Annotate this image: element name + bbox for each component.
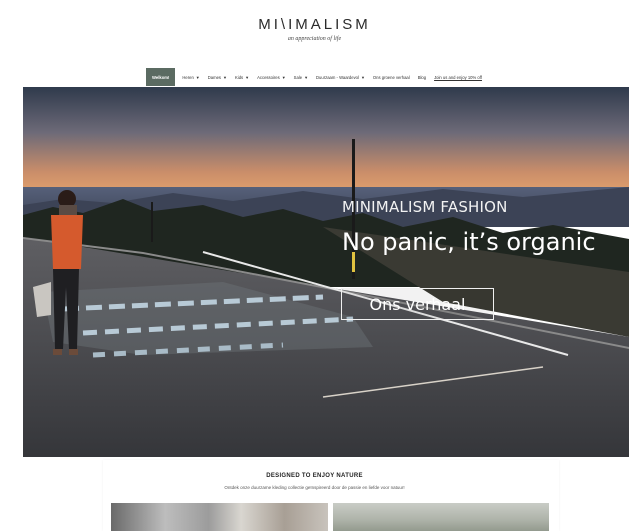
nav-item-ons-groene-verhaal[interactable]: Ons groene verhaal (372, 68, 411, 86)
hero-kicker: MINIMALISM FASHION (342, 198, 508, 216)
nav-item-sale[interactable]: Sale ▼ (293, 68, 309, 86)
nav-item-join-offer[interactable]: Join us and enjoy 10% off (433, 68, 483, 86)
nav-item-label: Accessoires (257, 74, 280, 80)
nav-item-heren[interactable]: Heren ▼ (181, 68, 200, 86)
hero-title: No panic, it’s organic (342, 228, 596, 256)
caret-down-icon: ▼ (304, 74, 309, 80)
ons-verhaal-button[interactable]: Ons verhaal (341, 288, 494, 320)
nav-item-welkom[interactable]: Welkom! (146, 68, 176, 86)
caret-down-icon: ▼ (223, 74, 227, 80)
nav-item-label: Dames (207, 74, 222, 80)
main-nav: Welkom! Heren ▼ Dames ▼ Kids ▼ Accessoires ▼… (0, 68, 629, 86)
nav-item-label: Heren (182, 74, 194, 80)
section-title: DESIGNED TO ENJOY NATURE (266, 473, 363, 479)
nav-item-blog[interactable]: Blog (417, 68, 427, 86)
collection-tile-right[interactable] (333, 503, 549, 531)
nav-item-accessoires[interactable]: Accessoires ▼ (256, 68, 287, 86)
collection-tile-left[interactable] (111, 503, 328, 531)
nav-item-label: Kids (235, 74, 244, 80)
brand-tagline: an appreciation of life (287, 36, 342, 42)
nav-item-duurzaam[interactable]: Duurzaam - Waardevol ▼ (315, 68, 366, 86)
page: MI\IMALISM an appreciation of life Welko… (0, 0, 629, 531)
section-subtitle: Ontdek onze duurzame kleding collectie g… (224, 485, 405, 490)
nav-item-dames[interactable]: Dames ▼ (207, 68, 228, 86)
nav-item-label: Join us and enjoy 10% off (434, 74, 482, 80)
brand-logo[interactable]: MI\IMALISM (0, 16, 629, 33)
nav-item-label: Welkom! (152, 74, 170, 80)
nav-item-label: Blog (417, 74, 427, 80)
nav-item-kids[interactable]: Kids ▼ (234, 68, 250, 86)
nav-item-label: Sale (293, 74, 303, 80)
caret-down-icon: ▼ (195, 74, 200, 80)
nav-item-label: Ons groene verhaal (372, 74, 410, 80)
hero-banner: MINIMALISM FASHION No panic, it’s organi… (23, 87, 629, 457)
caret-down-icon: ▼ (360, 74, 365, 80)
caret-down-icon: ▼ (281, 74, 286, 80)
nav-item-label: Duurzaam - Waardevol (316, 74, 359, 80)
caret-down-icon: ▼ (245, 74, 250, 80)
hero-image (23, 87, 629, 457)
